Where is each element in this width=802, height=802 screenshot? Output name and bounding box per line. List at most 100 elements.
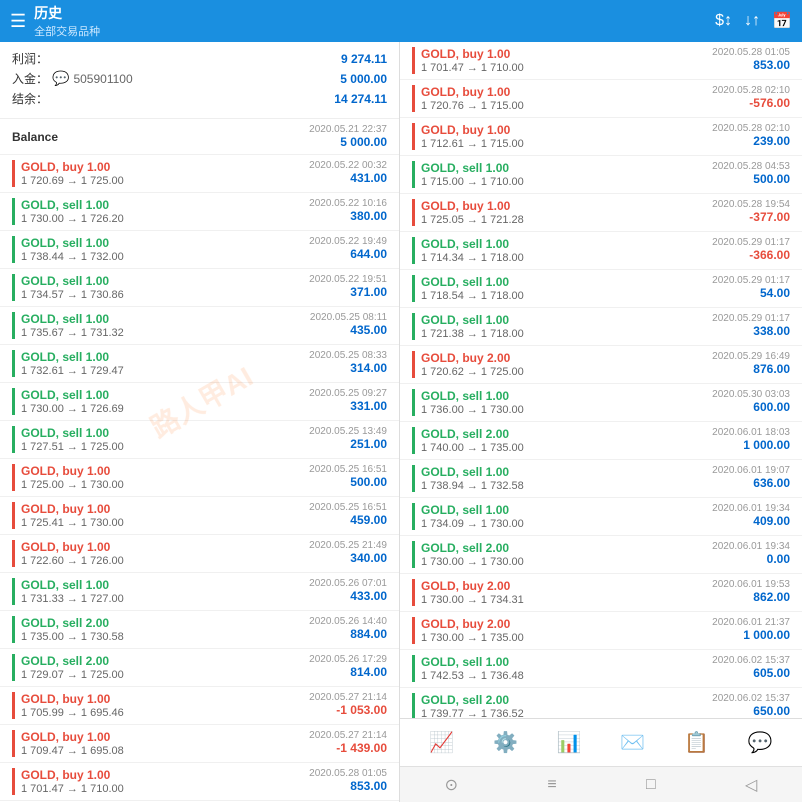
list-item[interactable]: GOLD, sell 1.00 1 735.67 → 1 731.32 2020… xyxy=(0,307,399,345)
analytics-icon[interactable]: 📊 xyxy=(557,730,582,755)
list-item[interactable]: GOLD, buy 1.00 1 725.41 → 1 730.00 2020.… xyxy=(0,497,399,535)
list-item[interactable]: GOLD, sell 1.00 1 727.51 → 1 725.00 2020… xyxy=(0,421,399,459)
trade-title: GOLD, sell 1.00 xyxy=(21,312,310,326)
list-item[interactable]: GOLD, sell 1.00 1 734.09 → 1 730.00 2020… xyxy=(400,498,802,536)
list-item[interactable]: GOLD, sell 1.00 1 734.57 → 1 730.86 2020… xyxy=(0,269,399,307)
settings-icon[interactable]: ⚙️ xyxy=(493,730,518,755)
profit-label: 利润： xyxy=(12,50,48,67)
menu-lines-icon[interactable]: ≡ xyxy=(547,776,556,794)
trade-title: GOLD, buy 2.00 xyxy=(421,617,712,631)
trade-item-inner: GOLD, sell 2.00 1 730.00 → 1 730.00 2020… xyxy=(412,541,790,568)
trade-meta: 2020.06.01 19:07 636.00 xyxy=(712,465,790,492)
chat-icon[interactable]: 💬 xyxy=(748,730,773,755)
chart-icon[interactable]: 📈 xyxy=(429,730,454,755)
trade-meta: 2020.05.28 04:53 500.00 xyxy=(712,161,790,188)
list-item[interactable]: GOLD, sell 1.00 1 738.44 → 1 732.00 2020… xyxy=(0,231,399,269)
direction-bar xyxy=(412,123,415,150)
trade-item-inner: GOLD, buy 1.00 1 701.47 → 1 710.00 2020.… xyxy=(412,47,790,74)
trade-prices: 1 725.41 → 1 730.00 xyxy=(21,517,309,529)
message-icon[interactable]: ✉️ xyxy=(620,730,645,755)
trade-item-inner: GOLD, buy 1.00 1 725.41 → 1 730.00 2020.… xyxy=(12,502,387,529)
list-item[interactable]: GOLD, sell 1.00 1 718.54 → 1 718.00 2020… xyxy=(400,270,802,308)
trade-prices: 1 725.00 → 1 730.00 xyxy=(21,479,309,491)
trade-title: GOLD, sell 1.00 xyxy=(21,198,309,212)
trade-title: GOLD, buy 1.00 xyxy=(21,540,309,554)
list-item[interactable]: GOLD, sell 1.00 1 730.00 → 1 726.69 2020… xyxy=(0,383,399,421)
direction-bar xyxy=(412,579,415,606)
list-item[interactable]: GOLD, sell 1.00 1 742.53 → 1 736.48 2020… xyxy=(400,650,802,688)
list-item[interactable]: GOLD, sell 1.00 1 736.00 → 1 730.00 2020… xyxy=(400,384,802,422)
list-item[interactable]: GOLD, sell 2.00 1 729.07 → 1 725.00 2020… xyxy=(0,649,399,687)
trade-meta: 2020.05.25 13:49 251.00 xyxy=(309,426,387,453)
list-item[interactable]: GOLD, sell 1.00 1 715.00 → 1 710.00 2020… xyxy=(400,156,802,194)
list-item[interactable]: GOLD, buy 2.00 1 730.00 → 1 734.31 2020.… xyxy=(400,574,802,612)
trade-date: 2020.05.26 17:29 xyxy=(309,654,387,665)
list-item[interactable]: GOLD, buy 1.00 1 725.05 → 1 721.28 2020.… xyxy=(400,194,802,232)
trade-meta: 2020.05.28 19:54 -377.00 xyxy=(712,199,790,226)
trade-info: GOLD, sell 1.00 1 732.61 → 1 729.47 xyxy=(21,350,309,377)
left-trade-list[interactable]: Balance 2020.05.21 22:37 5 000.00 GOLD, … xyxy=(0,119,399,802)
list-icon[interactable]: 📋 xyxy=(684,730,709,755)
list-item[interactable]: GOLD, sell 1.00 1 714.34 → 1 718.00 2020… xyxy=(400,232,802,270)
trade-prices: 1 720.62 → 1 725.00 xyxy=(421,366,712,378)
trade-info: GOLD, buy 1.00 1 722.60 → 1 726.00 xyxy=(21,540,309,567)
trade-meta: 2020.05.28 01:05 853.00 xyxy=(309,768,387,795)
list-item[interactable]: GOLD, sell 1.00 1 732.61 → 1 729.47 2020… xyxy=(0,345,399,383)
right-trade-list[interactable]: GOLD, buy 1.00 1 701.47 → 1 710.00 2020.… xyxy=(400,42,802,718)
dollar-sort-icon[interactable]: $↕ xyxy=(715,12,732,30)
list-item[interactable]: GOLD, buy 1.00 1 701.47 → 1 710.00 2020.… xyxy=(0,763,399,801)
trade-date: 2020.05.25 13:49 xyxy=(309,426,387,437)
list-item[interactable]: GOLD, sell 1.00 1 738.94 → 1 732.58 2020… xyxy=(400,460,802,498)
list-item[interactable]: GOLD, buy 1.00 1 712.61 → 1 715.00 2020.… xyxy=(400,118,802,156)
trade-item-inner: GOLD, sell 1.00 1 714.34 → 1 718.00 2020… xyxy=(412,237,790,264)
list-item[interactable]: GOLD, buy 1.00 1 725.00 → 1 730.00 2020.… xyxy=(0,459,399,497)
trade-title: GOLD, sell 1.00 xyxy=(21,274,309,288)
direction-bar xyxy=(412,465,415,492)
list-item[interactable]: GOLD, buy 1.00 1 701.47 → 1 710.00 2020.… xyxy=(400,42,802,80)
menu-icon[interactable]: ☰ xyxy=(10,11,26,32)
trade-meta: 2020.05.27 21:14 -1 439.00 xyxy=(309,730,387,757)
list-item[interactable]: GOLD, sell 1.00 1 730.00 → 1 726.20 2020… xyxy=(0,193,399,231)
trade-item-inner: GOLD, buy 2.00 1 720.62 → 1 725.00 2020.… xyxy=(412,351,790,378)
list-item[interactable]: GOLD, sell 2.00 1 740.00 → 1 735.00 2020… xyxy=(400,422,802,460)
trade-date: 2020.05.25 16:51 xyxy=(309,464,387,475)
list-item[interactable]: GOLD, buy 2.00 1 720.62 → 1 725.00 2020.… xyxy=(400,346,802,384)
trade-pnl: 600.00 xyxy=(712,400,790,414)
trade-info: GOLD, sell 1.00 1 738.44 → 1 732.00 xyxy=(21,236,309,263)
trade-meta: 2020.05.25 08:33 314.00 xyxy=(309,350,387,377)
trade-title: GOLD, buy 1.00 xyxy=(421,199,712,213)
list-item[interactable]: GOLD, sell 2.00 1 739.77 → 1 736.52 2020… xyxy=(400,688,802,718)
trade-date: 2020.05.22 19:51 xyxy=(309,274,387,285)
list-item[interactable]: GOLD, sell 2.00 1 730.00 → 1 730.00 2020… xyxy=(400,536,802,574)
sort-icon[interactable]: ↓↑ xyxy=(744,12,760,30)
trade-info: GOLD, buy 1.00 1 701.47 → 1 710.00 xyxy=(421,47,712,74)
trade-meta: 2020.05.22 19:49 644.00 xyxy=(309,236,387,263)
list-item[interactable]: GOLD, buy 1.00 1 720.76 → 1 715.00 2020.… xyxy=(400,80,802,118)
trade-info: GOLD, sell 1.00 1 721.38 → 1 718.00 xyxy=(421,313,712,340)
direction-bar xyxy=(412,693,415,718)
back-icon[interactable]: ◁ xyxy=(745,775,757,795)
trade-prices: 1 739.77 → 1 736.52 xyxy=(421,708,712,718)
trade-item-inner: GOLD, sell 2.00 1 740.00 → 1 735.00 2020… xyxy=(412,427,790,454)
trade-prices: 1 729.07 → 1 725.00 xyxy=(21,669,309,681)
square-icon[interactable]: □ xyxy=(646,776,656,794)
trade-info: GOLD, sell 1.00 1 718.54 → 1 718.00 xyxy=(421,275,712,302)
calendar-icon[interactable]: 📅 xyxy=(772,11,792,31)
list-item[interactable]: GOLD, sell 1.00 1 731.33 → 1 727.00 2020… xyxy=(0,573,399,611)
list-item[interactable]: GOLD, buy 2.00 1 730.00 → 1 735.00 2020.… xyxy=(400,612,802,650)
trade-info: GOLD, buy 1.00 1 725.05 → 1 721.28 xyxy=(421,199,712,226)
list-item[interactable]: GOLD, sell 1.00 1 721.38 → 1 718.00 2020… xyxy=(400,308,802,346)
trade-title: GOLD, sell 1.00 xyxy=(21,578,309,592)
list-item[interactable]: GOLD, buy 1.00 1 705.99 → 1 695.46 2020.… xyxy=(0,687,399,725)
trade-pnl: 500.00 xyxy=(712,172,790,186)
circle-icon[interactable]: ⊙ xyxy=(445,775,458,795)
trade-date: 2020.05.28 01:05 xyxy=(712,47,790,58)
list-item[interactable]: GOLD, sell 2.00 1 735.00 → 1 730.58 2020… xyxy=(0,611,399,649)
list-item[interactable]: GOLD, buy 1.00 1 709.47 → 1 695.08 2020.… xyxy=(0,725,399,763)
trade-meta: 2020.05.25 09:27 331.00 xyxy=(309,388,387,415)
list-item[interactable]: GOLD, buy 1.00 1 722.60 → 1 726.00 2020.… xyxy=(0,535,399,573)
trade-info: GOLD, buy 1.00 1 701.47 → 1 710.00 xyxy=(21,768,309,795)
wechat-icon: 💬 xyxy=(52,70,69,87)
trade-date: 2020.05.27 21:14 xyxy=(309,692,387,703)
list-item[interactable]: GOLD, buy 1.00 1 720.69 → 1 725.00 2020.… xyxy=(0,155,399,193)
